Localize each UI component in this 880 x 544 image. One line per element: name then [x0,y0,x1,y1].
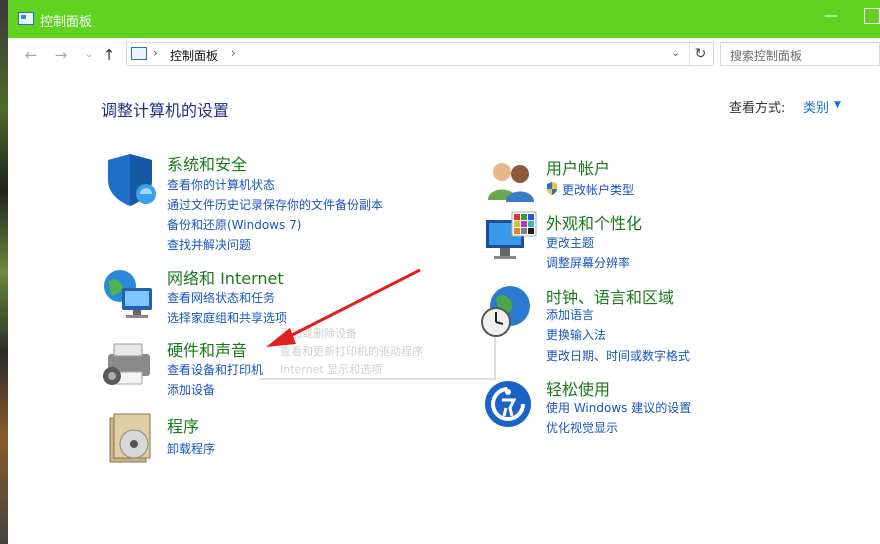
category-link[interactable]: 更换输入法 [546,326,606,343]
category-link[interactable]: 更改主题 [546,234,594,251]
path-separator: › [153,46,158,60]
minimize-button[interactable]: — [820,6,842,30]
category-link[interactable]: 查找并解决问题 [167,236,251,253]
category-link[interactable]: 优化视觉显示 [546,419,618,436]
category-title[interactable]: 系统和安全 [167,151,247,175]
uac-shield-icon [547,182,557,195]
chevron-down-icon[interactable]: ▼ [834,100,841,110]
tooltip-line: Internet 显示和选项 [280,363,383,376]
up-arrow-icon[interactable]: ↑ [100,46,118,64]
tooltip-line: 添加或删除设备 [280,327,357,340]
search-input[interactable]: 搜索控制面板 [720,42,880,66]
shield-icon[interactable] [102,152,158,208]
address-field[interactable]: › 控制面板 › ⌄ ↻ [126,42,714,66]
category-title[interactable]: 轻松使用 [546,376,610,400]
category-link[interactable]: 更改日期、时间或数字格式 [546,347,690,364]
forward-arrow-icon[interactable]: → [52,46,70,64]
category-link[interactable]: 卸载程序 [167,440,215,457]
category-link[interactable]: 使用 Windows 建议的设置 [546,399,691,416]
programs-disc-icon[interactable] [104,410,160,466]
ease-of-access-icon[interactable] [482,378,538,434]
address-bar: ← → ⌄ ↑ › 控制面板 › ⌄ ↻ 搜索控制面板 [8,38,880,72]
category-link[interactable]: 备份和还原(Windows 7) [167,216,301,233]
users-icon[interactable] [484,156,540,212]
category-title[interactable]: 硬件和声音 [167,337,247,361]
path-separator[interactable]: › [231,46,236,60]
control-panel-icon [131,47,147,60]
control-panel-icon [18,12,34,25]
category-title[interactable]: 网络和 Internet [167,265,284,289]
tooltip-line: 查看和更新打印机的驱动程序 [280,345,423,358]
category-link[interactable]: 添加语言 [546,306,594,323]
category-link[interactable]: 查看设备和打印机 [167,361,263,378]
address-dropdown-icon[interactable]: ⌄ [671,46,680,59]
category-link[interactable]: 查看网络状态和任务 [167,289,275,306]
category-link[interactable]: 选择家庭组和共享选项 [167,309,287,326]
title-bar: 控制面板 — [8,0,880,38]
recent-locations-icon[interactable]: ⌄ [80,46,98,64]
category-link[interactable]: 通过文件历史记录保存你的文件备份副本 [167,196,383,213]
category-link[interactable]: 添加设备 [167,381,215,398]
printer-icon[interactable] [100,336,156,392]
view-by-dropdown[interactable]: 类别 [803,97,829,116]
refresh-icon[interactable]: ↻ [689,43,711,65]
category-link[interactable]: 调整屏幕分辨率 [546,254,630,271]
page-title: 调整计算机的设置 [101,101,230,120]
breadcrumb-control-panel[interactable]: 控制面板 [170,47,218,64]
view-by-label: 查看方式: [729,101,786,116]
category-title[interactable]: 用户帐户 [546,155,610,179]
clock-globe-icon[interactable] [480,284,536,340]
category-title[interactable]: 程序 [167,413,199,437]
window-title: 控制面板 [40,15,93,30]
maximize-button[interactable] [864,8,880,24]
network-globe-icon[interactable] [100,266,156,322]
category-title[interactable]: 外观和个性化 [546,210,642,234]
category-title[interactable]: 时钟、语言和区域 [546,284,674,308]
category-link[interactable]: 查看你的计算机状态 [167,176,275,193]
back-arrow-icon[interactable]: ← [22,46,40,64]
desktop-edge [0,0,8,544]
search-placeholder: 搜索控制面板 [730,49,803,63]
category-link[interactable]: 更改帐户类型 [562,181,634,198]
monitor-palette-icon[interactable] [484,210,540,266]
